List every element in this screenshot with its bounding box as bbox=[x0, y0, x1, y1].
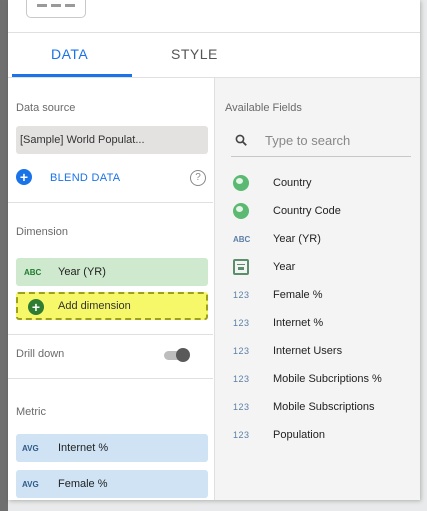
panel-tabs: DATA STYLE bbox=[8, 33, 420, 78]
metric-heading: Metric bbox=[16, 406, 46, 418]
number-icon: 123 bbox=[233, 346, 250, 356]
aggregation-tag: AVG bbox=[22, 444, 39, 453]
tab-style[interactable]: STYLE bbox=[171, 46, 218, 62]
dimension-heading: Dimension bbox=[16, 226, 68, 238]
drill-down-label: Drill down bbox=[16, 348, 65, 360]
metric-chip-internet[interactable]: AVG Internet % bbox=[16, 434, 208, 462]
field-label: Population bbox=[273, 429, 325, 441]
field-label: Year (YR) bbox=[273, 233, 321, 245]
field-item-year-yr[interactable]: ABC Year (YR) bbox=[233, 228, 419, 250]
drill-down-toggle[interactable] bbox=[160, 348, 190, 362]
help-icon[interactable]: ? bbox=[190, 170, 206, 186]
field-label: Internet Users bbox=[273, 345, 343, 357]
globe-icon bbox=[233, 175, 249, 191]
number-icon: 123 bbox=[233, 290, 250, 300]
calendar-icon bbox=[233, 259, 249, 275]
field-item-country[interactable]: Country bbox=[233, 172, 419, 194]
number-icon: 123 bbox=[233, 318, 250, 328]
section-divider bbox=[8, 334, 213, 335]
metric-label: Internet % bbox=[58, 442, 109, 454]
add-circle-icon: + bbox=[28, 299, 44, 315]
blend-data-button[interactable]: + BLEND DATA ? bbox=[16, 168, 208, 190]
field-label: Female % bbox=[273, 289, 323, 301]
field-item-mobile-subscriptions-pct[interactable]: 123 Mobile Subcriptions % bbox=[233, 368, 419, 390]
field-search[interactable] bbox=[231, 130, 411, 157]
field-item-year[interactable]: Year bbox=[233, 256, 419, 278]
chart-type-chip[interactable] bbox=[26, 0, 86, 18]
section-divider bbox=[8, 202, 213, 203]
blend-data-label: BLEND DATA bbox=[50, 172, 121, 184]
available-fields-heading: Available Fields bbox=[225, 102, 302, 114]
active-tab-indicator bbox=[12, 74, 132, 77]
data-source-selector[interactable]: [Sample] World Populat... bbox=[16, 126, 208, 154]
number-icon: 123 bbox=[233, 374, 250, 384]
field-label: Mobile Subscriptions bbox=[273, 401, 375, 413]
available-fields-column: Available Fields Country Country Code AB… bbox=[214, 78, 420, 500]
data-config-column: Data source [Sample] World Populat... + … bbox=[8, 78, 213, 500]
tab-data[interactable]: DATA bbox=[51, 46, 88, 62]
field-label: Internet % bbox=[273, 317, 324, 329]
editor-frame: DATA STYLE Data source [Sample] World Po… bbox=[0, 0, 427, 511]
section-divider bbox=[8, 378, 213, 379]
add-dimension-button[interactable]: + Add dimension bbox=[16, 292, 208, 320]
field-item-country-code[interactable]: Country Code bbox=[233, 200, 419, 222]
dimension-chip-year[interactable]: ABC Year (YR) bbox=[16, 258, 208, 286]
field-item-internet-users[interactable]: 123 Internet Users bbox=[233, 340, 419, 362]
field-label: Mobile Subcriptions % bbox=[273, 373, 382, 385]
data-source-heading: Data source bbox=[16, 102, 76, 114]
field-item-female-pct[interactable]: 123 Female % bbox=[233, 284, 419, 306]
top-strip bbox=[8, 0, 420, 33]
field-item-mobile-subscriptions[interactable]: 123 Mobile Subscriptions bbox=[233, 396, 419, 418]
dimension-label: Year (YR) bbox=[58, 266, 106, 278]
text-type-icon: ABC bbox=[24, 268, 42, 277]
add-circle-icon: + bbox=[16, 169, 32, 185]
number-icon: 123 bbox=[233, 402, 250, 412]
aggregation-tag: AVG bbox=[22, 480, 39, 489]
field-item-population[interactable]: 123 Population bbox=[233, 424, 419, 446]
globe-icon bbox=[233, 203, 249, 219]
field-label: Year bbox=[273, 261, 296, 273]
number-icon: 123 bbox=[233, 430, 250, 440]
search-icon bbox=[235, 134, 247, 146]
search-input[interactable] bbox=[265, 133, 405, 148]
toggle-knob bbox=[176, 348, 190, 362]
left-edge-bar bbox=[0, 0, 8, 511]
text-icon: ABC bbox=[233, 235, 251, 244]
field-item-internet-pct[interactable]: 123 Internet % bbox=[233, 312, 419, 334]
field-label: Country Code bbox=[273, 205, 341, 217]
metric-label: Female % bbox=[58, 478, 108, 490]
properties-panel: DATA STYLE Data source [Sample] World Po… bbox=[8, 0, 420, 500]
add-dimension-label: Add dimension bbox=[58, 300, 131, 312]
metric-chip-female[interactable]: AVG Female % bbox=[16, 470, 208, 498]
field-label: Country bbox=[273, 177, 312, 189]
